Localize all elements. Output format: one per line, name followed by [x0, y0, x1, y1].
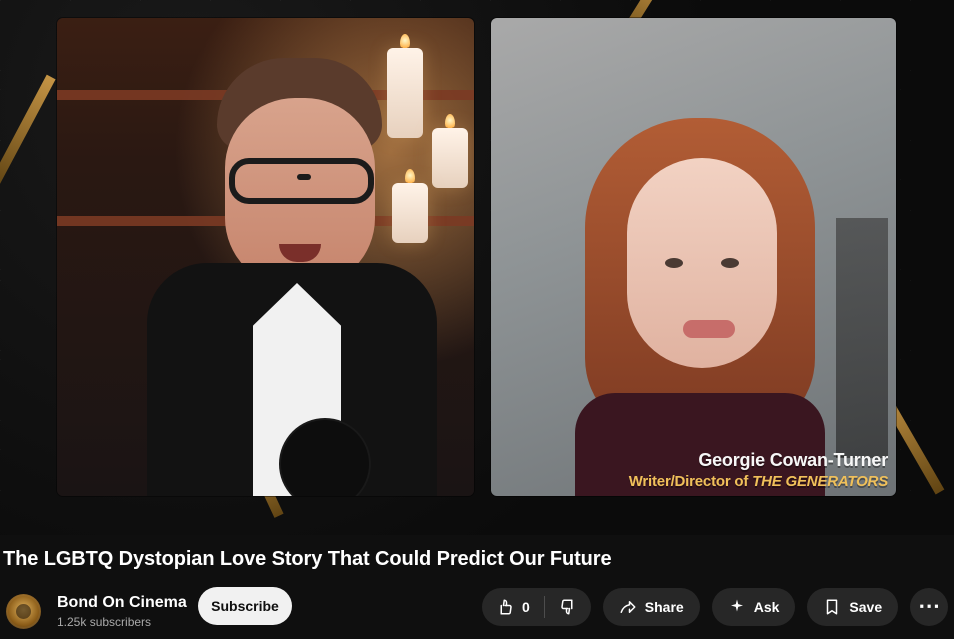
like-dislike-group: 0 [482, 588, 591, 626]
more-horizontal-icon: ⋯ [918, 593, 941, 618]
channel-avatar[interactable] [6, 593, 41, 629]
guest-name: Georgie Cowan-Turner [698, 450, 888, 470]
guest-role-title: THE GENERATORS [752, 473, 888, 490]
bookmark-icon [823, 598, 841, 616]
more-button[interactable]: ⋯ [910, 588, 949, 626]
save-button[interactable]: Save [807, 588, 899, 626]
video-actions: 0 Share Ask Save ⋯ [482, 588, 949, 626]
guest-eye-left [665, 258, 683, 268]
guest-role-prefix: Writer/Director of [628, 473, 753, 490]
candle-flame [400, 34, 410, 50]
candle-flame [445, 114, 455, 130]
lower-third-caption: Georgie Cowan-Turner Writer/Director of … [629, 450, 888, 490]
video-meta-bar: Bond On Cinema 1.25k subscribers Subscri… [0, 583, 954, 639]
dislike-button[interactable] [545, 588, 591, 626]
wall-photos [836, 218, 888, 458]
share-button[interactable]: Share [602, 588, 700, 626]
video-frame-right: Georgie Cowan-Turner Writer/Director of … [491, 18, 896, 496]
channel-info[interactable]: Bond On Cinema 1.25k subscribers [6, 585, 187, 637]
channel-name[interactable]: Bond On Cinema [57, 594, 187, 612]
share-label: Share [644, 599, 684, 615]
sparkle-icon [728, 598, 746, 616]
host-person [147, 58, 437, 496]
share-arrow-icon [619, 598, 637, 616]
save-label: Save [849, 599, 883, 615]
guest-eye-right [721, 258, 739, 268]
thumbs-down-icon [559, 598, 577, 616]
video-frame-left [57, 18, 474, 496]
thumbs-up-icon [496, 598, 514, 616]
like-button[interactable]: 0 [482, 588, 544, 626]
video-player[interactable]: Georgie Cowan-Turner Writer/Director of … [0, 0, 954, 535]
channel-text: Bond On Cinema 1.25k subscribers [57, 594, 187, 629]
glasses-icon [229, 158, 374, 204]
guest-role: Writer/Director of THE GENERATORS [629, 473, 888, 490]
candle [432, 128, 468, 188]
video-title: The LGBTQ Dystopian Love Story That Coul… [3, 548, 612, 570]
ask-button[interactable]: Ask [711, 588, 796, 626]
guest-lips [683, 320, 735, 338]
ask-label: Ask [753, 599, 780, 615]
guest-person [575, 118, 825, 496]
subscribe-button[interactable]: Subscribe [198, 587, 292, 625]
subscriber-count: 1.25k subscribers [57, 614, 152, 629]
like-count: 0 [522, 599, 530, 615]
